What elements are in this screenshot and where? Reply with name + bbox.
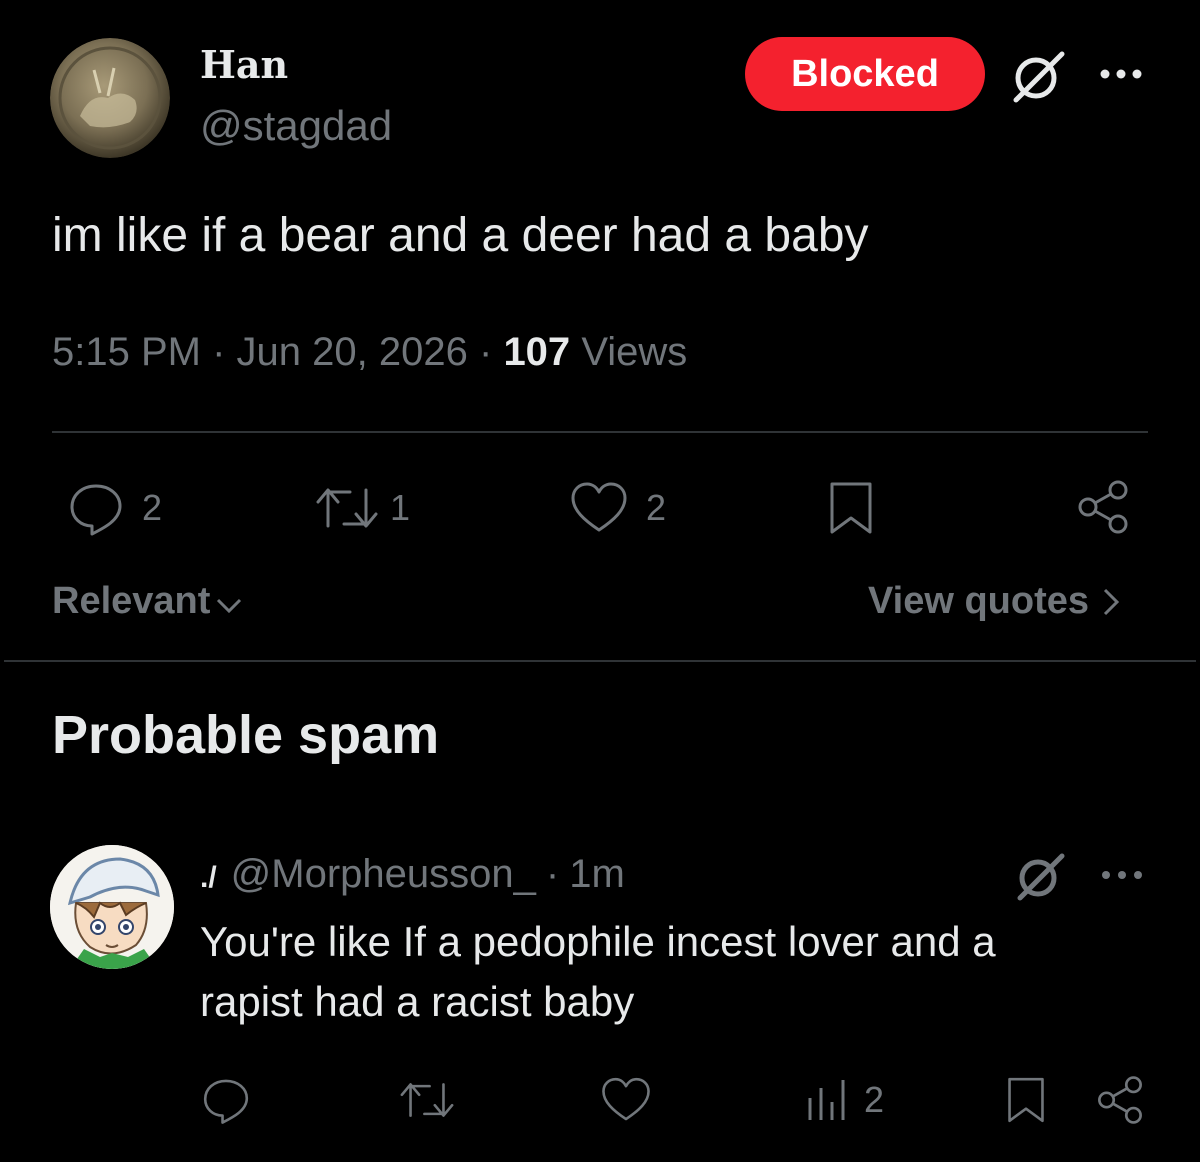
like-count: 2 <box>646 487 667 528</box>
reply-icon <box>70 484 122 536</box>
reply-text-line-1: You're like If a pedophile incest lover … <box>200 918 996 965</box>
share-button[interactable] <box>1074 478 1132 536</box>
sort-dropdown[interactable]: Relevant <box>52 580 244 623</box>
view-quotes-link[interactable]: View quotes <box>868 580 1123 623</box>
reply-prefix: ./ <box>200 861 217 894</box>
sort-label: Relevant <box>52 580 211 622</box>
section-divider <box>4 660 1196 662</box>
bookmark-icon <box>830 482 872 534</box>
reply-repost-button[interactable] <box>396 1074 458 1126</box>
more-icon[interactable] <box>1098 62 1144 86</box>
chevron-down-icon <box>217 598 242 613</box>
reply-like-button[interactable] <box>598 1074 654 1126</box>
repost-count: 1 <box>390 487 411 528</box>
grok-icon[interactable] <box>1012 850 1068 902</box>
author-name[interactable]: Han <box>200 42 288 87</box>
reply-share-button[interactable] <box>1094 1074 1146 1126</box>
repost-icon <box>400 1083 454 1117</box>
reply-text-line-2: rapist had a racist baby <box>200 978 635 1025</box>
reply-text: You're like If a pedophile incest lover … <box>200 912 996 1032</box>
section-title: Probable spam <box>52 705 440 765</box>
reply-handle[interactable]: @Morpheusson_ <box>231 852 536 897</box>
like-button[interactable]: 2 <box>568 478 666 538</box>
reply-header: ./ @Morpheusson_ · 1m <box>200 852 625 897</box>
like-icon <box>571 482 627 532</box>
reply-avatar[interactable] <box>50 845 174 969</box>
reply-reply-button[interactable] <box>200 1074 252 1126</box>
views-icon <box>808 1080 845 1120</box>
meta-separator: · <box>545 852 560 896</box>
reply-views-button[interactable]: 2 <box>804 1074 884 1126</box>
repost-button[interactable]: 1 <box>312 478 410 538</box>
reply-time[interactable]: 1m <box>569 852 625 897</box>
meta-separator: · <box>478 330 493 374</box>
tweet-meta: 5:15 PM · Jun 20, 2026 · 107 Views <box>52 330 687 375</box>
more-icon[interactable] <box>1100 864 1144 886</box>
reply-views-count: 2 <box>864 1079 885 1120</box>
blocked-button[interactable]: Blocked <box>745 37 985 111</box>
view-quotes-label: View quotes <box>868 580 1090 622</box>
author-handle[interactable]: @stagdad <box>200 102 392 150</box>
like-icon <box>602 1077 650 1121</box>
share-icon <box>1098 1076 1142 1124</box>
reply-bookmark-button[interactable] <box>1004 1074 1048 1126</box>
share-icon <box>1078 480 1128 534</box>
author-avatar[interactable] <box>50 38 170 158</box>
bookmark-button[interactable] <box>826 478 876 538</box>
bookmark-icon <box>1008 1077 1044 1123</box>
reply-icon <box>203 1079 249 1124</box>
repost-icon <box>316 488 378 528</box>
reply-count: 2 <box>142 487 163 528</box>
tweet-time[interactable]: 5:15 PM <box>52 330 201 374</box>
tweet-text: im like if a bear and a deer had a baby <box>52 209 869 262</box>
divider <box>52 431 1148 433</box>
tweet-date[interactable]: Jun 20, 2026 <box>237 330 468 374</box>
meta-separator: · <box>212 330 226 374</box>
grok-icon[interactable] <box>1008 48 1068 104</box>
chevron-right-icon <box>1103 588 1120 615</box>
reply-button[interactable]: 2 <box>66 478 162 538</box>
views-label: Views <box>581 330 688 374</box>
views-count: 107 <box>503 330 571 374</box>
